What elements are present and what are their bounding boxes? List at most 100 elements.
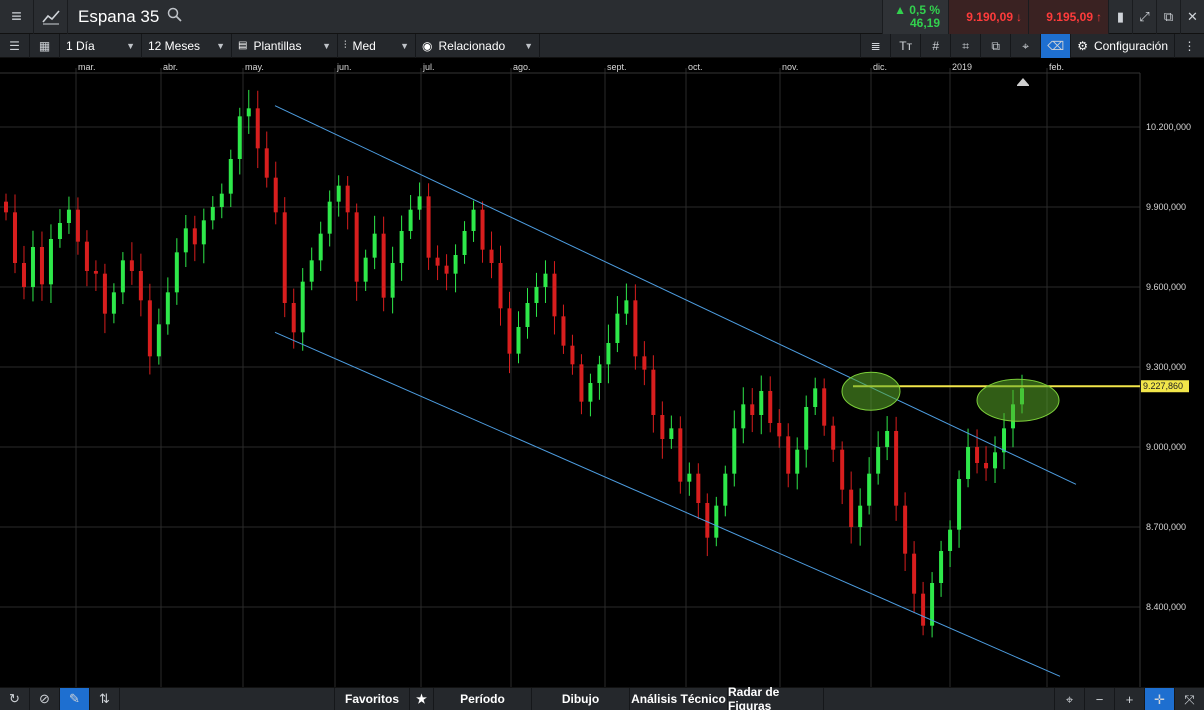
y-tick-label: 8.400,000 [1146, 602, 1186, 612]
hamburger-icon[interactable]: ≡ [0, 0, 34, 34]
x-tick-label: abr. [163, 62, 178, 72]
tab-periodo[interactable]: Período [434, 687, 532, 710]
candle-body [669, 428, 674, 439]
candle-body [939, 551, 944, 583]
star-icon[interactable]: ★ [410, 687, 434, 710]
no-entry-icon[interactable]: ⊘ [30, 687, 60, 710]
tab-label: Dibujo [561, 692, 600, 706]
line-chart-icon[interactable] [34, 0, 68, 34]
candle-body [984, 463, 989, 469]
zoom-out-icon[interactable]: − [1084, 688, 1114, 710]
buy-price: 9.195,09 [1046, 10, 1093, 24]
candle-body [363, 257, 368, 282]
y-tick-label: 9.600,000 [1146, 282, 1186, 292]
instrument-title[interactable]: Espana 35 [68, 7, 182, 27]
expand-icon[interactable]: ⤢ [1132, 0, 1156, 34]
candle-body [174, 252, 179, 293]
vertical-dots-icon[interactable]: ⋮ [1174, 34, 1204, 58]
candle-body [192, 228, 197, 245]
x-tick-label: ago. [513, 62, 531, 72]
chart-toolbar: ☰ ▦ 1 Día ▼ 12 Meses ▼ ▤ Plantillas ▼ ⫶ … [0, 33, 1204, 58]
pencil-icon[interactable]: ✎ [60, 687, 90, 710]
candle-body [273, 177, 278, 213]
candle-body [966, 447, 971, 479]
grid-icon[interactable]: # [920, 34, 950, 58]
popout-icon[interactable]: ⧉ [1156, 0, 1180, 34]
buy-price-button[interactable]: 9.195,09 ↑ [1028, 0, 1108, 34]
zoom-in-icon[interactable]: + [1114, 688, 1144, 710]
range-select[interactable]: 12 Meses ▼ [142, 33, 232, 58]
list-icon[interactable]: ☰ [0, 33, 30, 58]
templates-select[interactable]: ▤ Plantillas ▼ [232, 33, 338, 58]
candle-body [111, 292, 116, 314]
candle-body [624, 300, 629, 314]
crosshair-icon[interactable]: ⌖ [1054, 688, 1084, 710]
copy-icon[interactable]: ⧉ [980, 34, 1010, 58]
candle-body [606, 343, 611, 365]
candle-body [228, 159, 233, 194]
tab-label: Análisis Técnico [631, 692, 726, 706]
tab-radar-de-figuras[interactable]: Radar de Figuras [728, 685, 824, 710]
align-icon[interactable]: ≣ [860, 34, 890, 58]
compare-select[interactable]: ◉ Relacionado ▼ [416, 33, 540, 58]
eye-icon: ◉ [422, 38, 433, 53]
candles-icon: ⫶ [344, 40, 347, 51]
candle-body [399, 231, 404, 263]
candle-body [12, 212, 17, 263]
change-display: ▲ 0,5 % 46,19 [882, 0, 948, 34]
sell-price-button[interactable]: 9.190,09 ↓ [948, 0, 1028, 34]
up-arrow-icon: ↑ [1096, 10, 1102, 24]
indicator-select[interactable]: ⫶ Med ▼ [338, 33, 416, 58]
close-icon[interactable]: ✕ [1180, 0, 1204, 34]
cross-cursor-icon[interactable]: ✛ [1144, 688, 1174, 710]
candle-body [489, 249, 494, 263]
tab-favoritos[interactable]: Favoritos [334, 687, 410, 710]
layout-icon[interactable]: ▦ [30, 33, 60, 58]
candle-body [372, 233, 377, 258]
tab-dibujo[interactable]: Dibujo [532, 687, 630, 710]
crosshair-grid-icon[interactable]: ⌗ [950, 34, 980, 58]
candle-body [282, 212, 287, 303]
candle-body [48, 239, 53, 285]
range-value: 12 Meses [148, 38, 201, 53]
candle-body [912, 553, 917, 594]
text-size-icon[interactable]: Tт [890, 34, 920, 58]
fit-icon[interactable]: ⤧ [1174, 688, 1204, 710]
candle-body [903, 505, 908, 554]
channel-upper-line [274, 105, 1077, 485]
y-tick-label: 9.900,000 [1146, 202, 1186, 212]
candle-body [597, 364, 602, 383]
candle-body [894, 431, 899, 506]
candle-body [264, 148, 269, 178]
x-tick-label: jun. [336, 62, 352, 72]
chevron-down-icon: ▼ [216, 40, 225, 51]
candle-body [741, 404, 746, 429]
interval-value: 1 Día [66, 38, 95, 53]
sidebar-toggle-icon[interactable]: ▮ [1108, 0, 1132, 34]
candle-body [840, 449, 845, 490]
refresh-icon[interactable]: ↻ [0, 687, 30, 710]
tab-analisis-tecnico[interactable]: Análisis Técnico [630, 687, 728, 710]
settings-button[interactable]: ⚙ Configuración [1070, 34, 1174, 58]
candle-body [147, 300, 152, 357]
candle-body [291, 303, 296, 333]
chart-canvas[interactable]: mar. abr. may. jun. jul. ago. sept. oct. nov. dic… [0, 58, 1204, 687]
interval-select[interactable]: 1 Día ▼ [60, 33, 142, 58]
chevron-down-icon: ▼ [524, 40, 533, 51]
search-icon[interactable] [167, 7, 182, 26]
candle-body [354, 212, 359, 282]
indicator-label: Med [352, 38, 376, 53]
tag-icon[interactable]: ⌫ [1040, 34, 1071, 58]
cursor-icon[interactable]: ⌖ [1010, 34, 1040, 58]
price-chart[interactable]: mar. abr. may. jun. jul. ago. sept. oct. nov. dic… [0, 58, 1204, 687]
candle-body [993, 452, 998, 469]
tab-label: Radar de Figuras [728, 685, 780, 710]
candle-body [822, 388, 827, 426]
x-tick-label: oct. [688, 62, 703, 72]
candle-body [102, 273, 107, 314]
candle-body [84, 241, 89, 271]
up-down-arrows-icon[interactable]: ⇅ [90, 687, 120, 710]
chevron-down-icon: ▼ [126, 40, 135, 51]
candle-body [300, 281, 305, 333]
candle-body [4, 201, 8, 213]
